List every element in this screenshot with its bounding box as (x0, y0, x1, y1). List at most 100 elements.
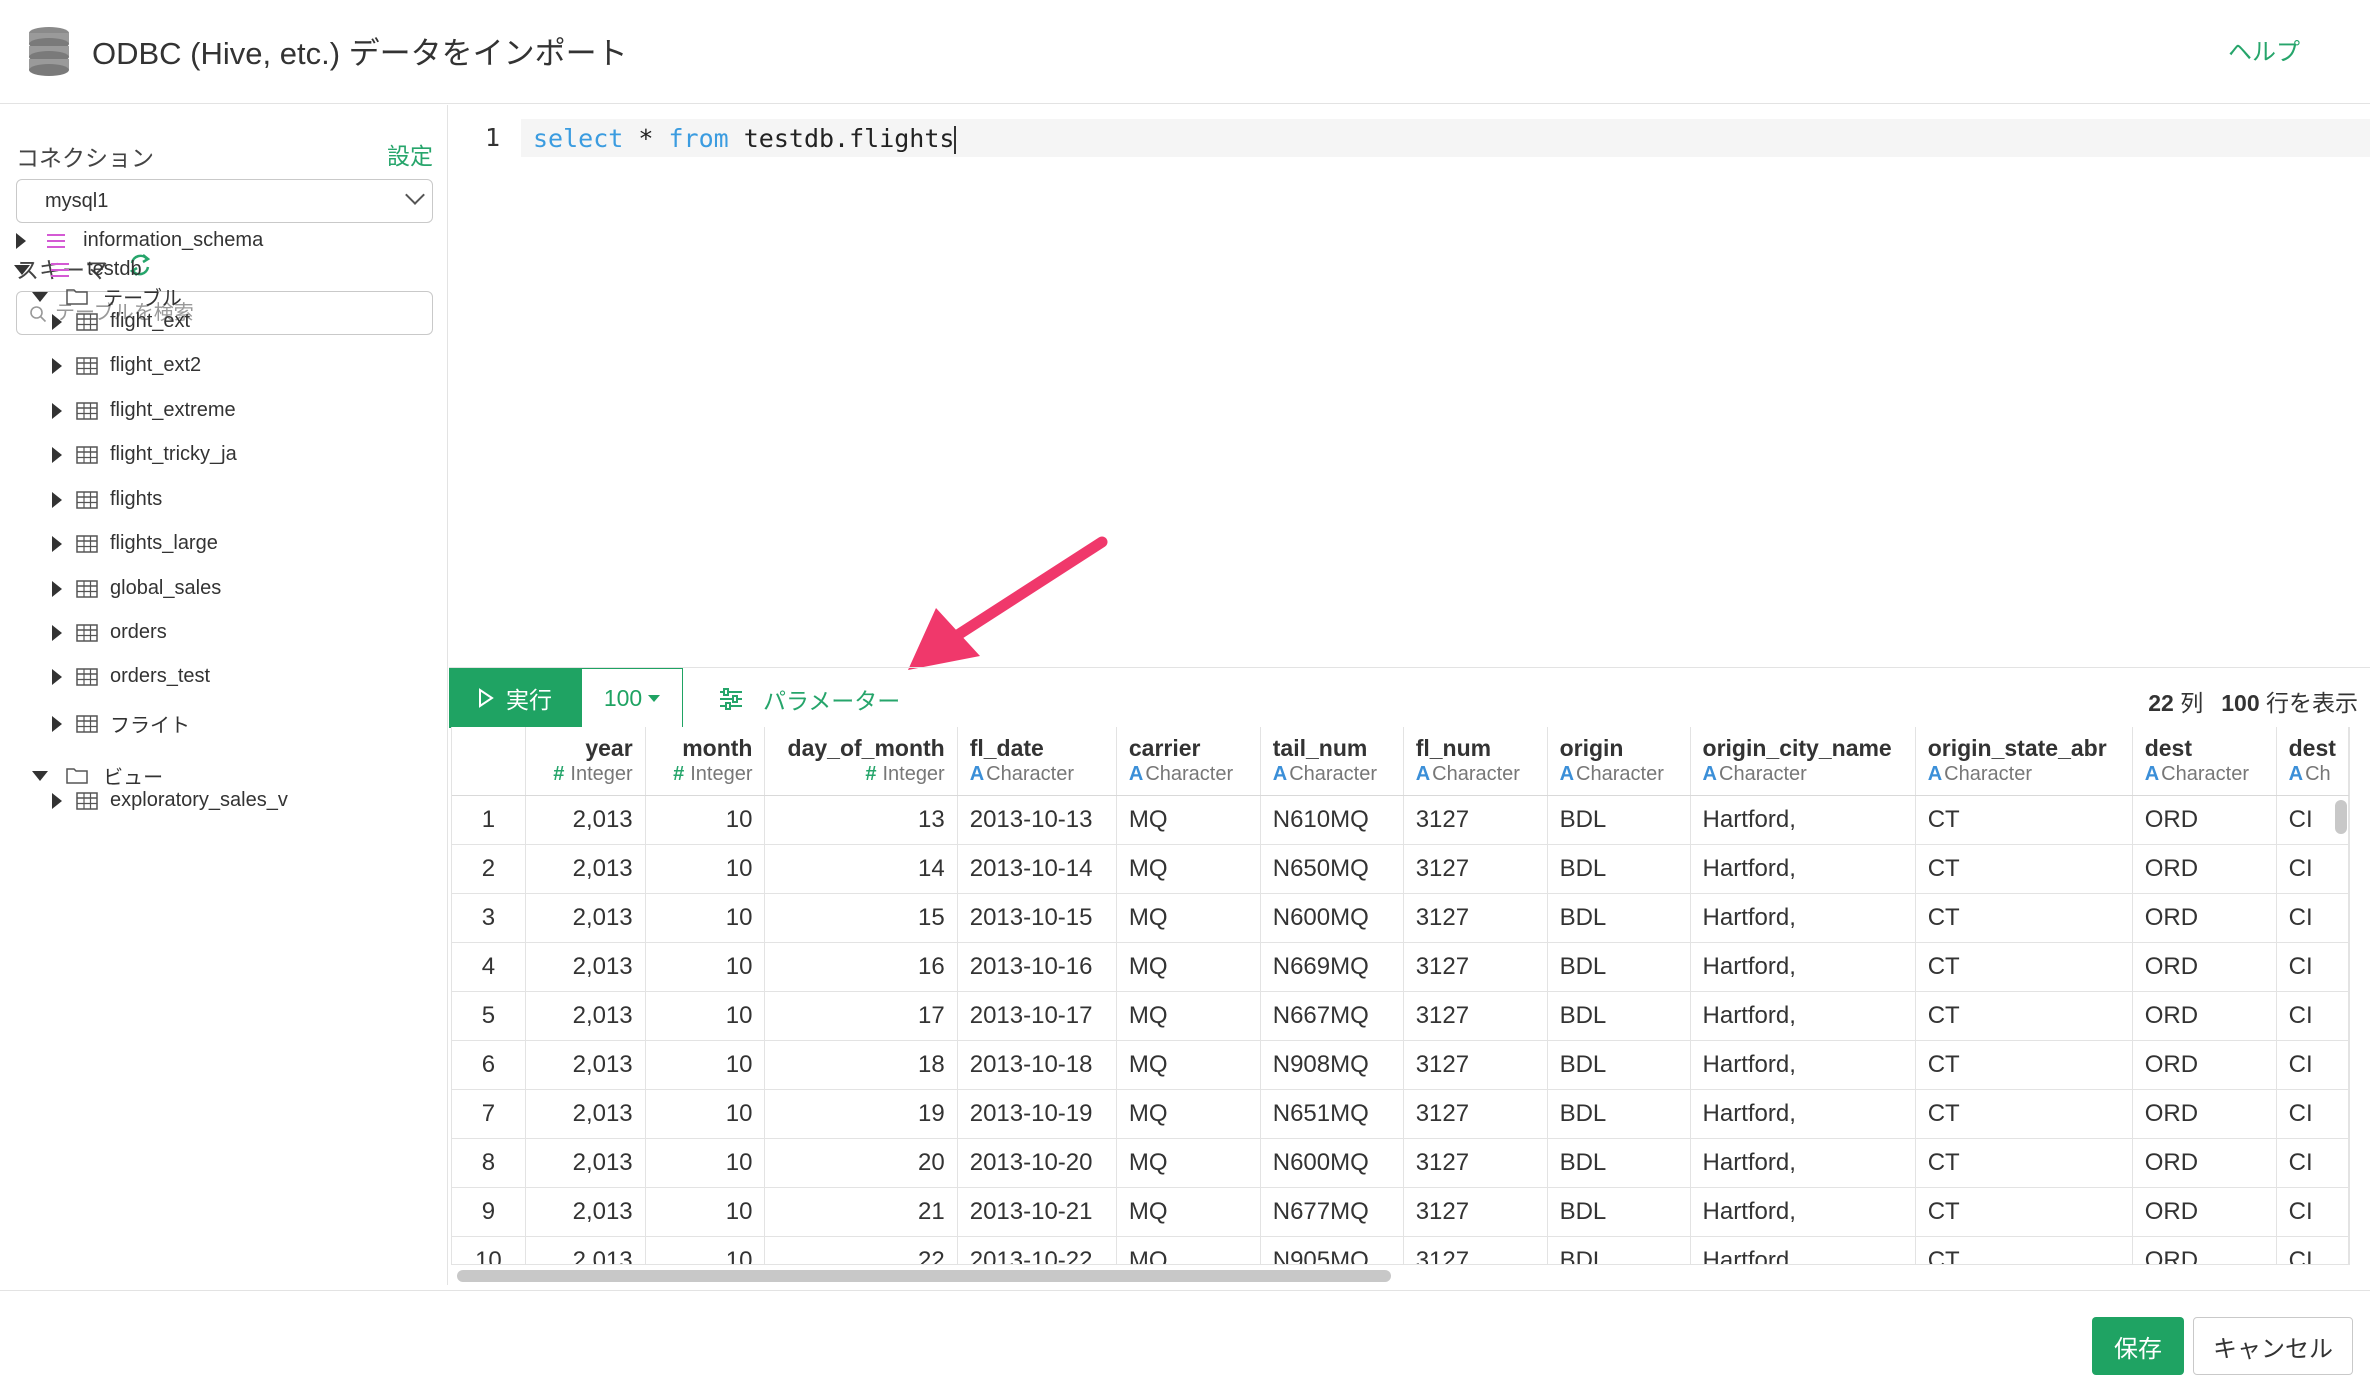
expand-arrow-icon[interactable] (52, 313, 62, 330)
expand-arrow-icon[interactable] (52, 668, 62, 685)
row-limit-select[interactable]: 100 (581, 668, 683, 728)
table-cell[interactable]: BDL (1547, 991, 1691, 1041)
table-cell[interactable]: 3127 (1403, 1138, 1548, 1188)
table-cell[interactable]: N610MQ (1260, 795, 1404, 845)
column-header[interactable]: month # Integer (645, 727, 766, 796)
row-number-cell[interactable]: 8 (452, 1138, 526, 1188)
table-cell[interactable]: 13 (764, 795, 958, 845)
table-cell[interactable]: CI (2276, 991, 2349, 1041)
table-cell[interactable]: 15 (764, 893, 958, 943)
table-cell[interactable]: 2013-10-18 (957, 1040, 1117, 1090)
expand-arrow-icon[interactable] (52, 357, 62, 374)
table-cell[interactable]: MQ (1116, 991, 1261, 1041)
table-cell[interactable]: 10 (645, 1236, 766, 1264)
table-cell[interactable]: 2013-10-15 (957, 893, 1117, 943)
table-cell[interactable]: CI (2276, 1089, 2349, 1139)
tree-table-item[interactable]: orders (52, 621, 167, 651)
tree-table-item[interactable]: orders_test (52, 665, 210, 695)
help-link[interactable]: ヘルプ (2228, 32, 2300, 67)
table-cell[interactable]: 20 (764, 1138, 958, 1188)
table-cell[interactable]: CI (2276, 1040, 2349, 1090)
row-number-cell[interactable]: 1 (452, 795, 526, 845)
table-cell[interactable]: CT (1915, 893, 2133, 943)
table-cell[interactable]: BDL (1547, 1040, 1691, 1090)
table-cell[interactable]: 10 (645, 1187, 766, 1237)
result-grid[interactable]: year # Integer month # Integer day_of_month # In… (451, 727, 2350, 1265)
table-cell[interactable]: 18 (764, 1040, 958, 1090)
table-cell[interactable]: 2013-10-17 (957, 991, 1117, 1041)
collapse-arrow-icon[interactable] (32, 770, 48, 781)
table-cell[interactable]: 10 (645, 1138, 766, 1188)
horizontal-scrollbar[interactable] (457, 1270, 1391, 1282)
table-cell[interactable]: 2,013 (525, 1236, 646, 1264)
table-cell[interactable]: N600MQ (1260, 893, 1404, 943)
table-cell[interactable]: BDL (1547, 1187, 1691, 1237)
table-cell[interactable]: Hartford, (1690, 1089, 1916, 1139)
table-cell[interactable]: 2,013 (525, 795, 646, 845)
table-cell[interactable]: N600MQ (1260, 1138, 1404, 1188)
table-cell[interactable]: 2,013 (525, 1138, 646, 1188)
table-cell[interactable]: 10 (645, 795, 766, 845)
tree-schema-information-schema[interactable]: information_schema (16, 229, 263, 259)
table-cell[interactable]: MQ (1116, 893, 1261, 943)
table-cell[interactable]: 2013-10-20 (957, 1138, 1117, 1188)
table-cell[interactable]: N905MQ (1260, 1236, 1404, 1264)
expand-arrow-icon[interactable] (52, 624, 62, 641)
table-cell[interactable]: N650MQ (1260, 844, 1404, 894)
column-header[interactable]: carrier A Character (1116, 727, 1261, 796)
table-cell[interactable]: 3127 (1403, 991, 1548, 1041)
table-cell[interactable]: 2013-10-16 (957, 942, 1117, 992)
table-cell[interactable]: BDL (1547, 1089, 1691, 1139)
table-cell[interactable]: BDL (1547, 844, 1691, 894)
table-cell[interactable]: 10 (645, 1089, 766, 1139)
tree-table-item[interactable]: flight_extreme (52, 399, 236, 429)
save-button[interactable]: 保存 (2092, 1317, 2184, 1375)
column-header[interactable]: dest A Character (2132, 727, 2277, 796)
row-number-cell[interactable]: 10 (452, 1236, 526, 1264)
expand-arrow-icon[interactable] (52, 580, 62, 597)
table-cell[interactable]: Hartford, (1690, 893, 1916, 943)
table-cell[interactable]: ORD (2132, 893, 2277, 943)
table-cell[interactable]: CT (1915, 1040, 2133, 1090)
table-cell[interactable]: BDL (1547, 1236, 1691, 1264)
table-cell[interactable]: CT (1915, 1138, 2133, 1188)
table-cell[interactable]: Hartford, (1690, 795, 1916, 845)
table-cell[interactable]: Hartford, (1690, 1138, 1916, 1188)
table-cell[interactable]: CI (2276, 1236, 2349, 1264)
column-header[interactable]: day_of_month # Integer (764, 727, 958, 796)
table-cell[interactable]: 2,013 (525, 893, 646, 943)
table-cell[interactable]: 2013-10-14 (957, 844, 1117, 894)
tree-folder-tables[interactable]: テーブル (32, 282, 182, 312)
table-cell[interactable]: 10 (645, 942, 766, 992)
table-cell[interactable]: Hartford, (1690, 1236, 1916, 1264)
tree-table-item[interactable]: flights_large (52, 532, 218, 562)
table-cell[interactable]: 2,013 (525, 844, 646, 894)
table-cell[interactable]: CT (1915, 1089, 2133, 1139)
row-number-cell[interactable]: 2 (452, 844, 526, 894)
table-cell[interactable]: 3127 (1403, 1040, 1548, 1090)
table-cell[interactable]: ORD (2132, 844, 2277, 894)
tree-table-item[interactable]: global_sales (52, 577, 221, 607)
table-cell[interactable]: MQ (1116, 1138, 1261, 1188)
collapse-arrow-icon[interactable] (14, 264, 30, 275)
table-cell[interactable]: ORD (2132, 1089, 2277, 1139)
table-cell[interactable]: 17 (764, 991, 958, 1041)
connection-settings-link[interactable]: 設定 (387, 137, 433, 171)
table-cell[interactable]: 2013-10-19 (957, 1089, 1117, 1139)
table-cell[interactable]: CT (1915, 1187, 2133, 1237)
table-cell[interactable]: 19 (764, 1089, 958, 1139)
table-cell[interactable]: ORD (2132, 1187, 2277, 1237)
table-cell[interactable]: MQ (1116, 844, 1261, 894)
table-cell[interactable]: ORD (2132, 1138, 2277, 1188)
table-cell[interactable]: CI (2276, 1138, 2349, 1188)
table-cell[interactable]: BDL (1547, 942, 1691, 992)
table-cell[interactable]: 3127 (1403, 1089, 1548, 1139)
table-cell[interactable]: ORD (2132, 795, 2277, 845)
table-cell[interactable]: 16 (764, 942, 958, 992)
table-cell[interactable]: 2,013 (525, 991, 646, 1041)
table-cell[interactable]: Hartford, (1690, 942, 1916, 992)
table-cell[interactable]: N669MQ (1260, 942, 1404, 992)
table-cell[interactable]: 2,013 (525, 1187, 646, 1237)
table-cell[interactable]: CT (1915, 1236, 2133, 1264)
tree-table-item[interactable]: flight_tricky_ja (52, 443, 237, 473)
